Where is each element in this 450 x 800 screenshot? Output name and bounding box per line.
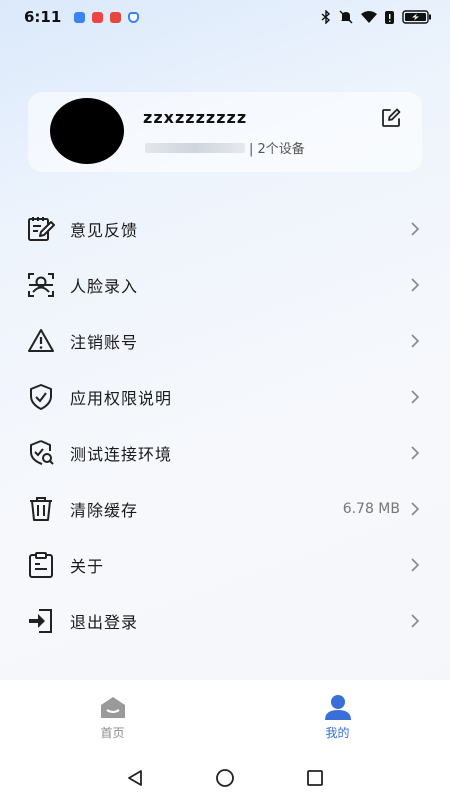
status-bar: 6:11 bbox=[0, 0, 450, 34]
menu-label: 测试连接环境 bbox=[70, 445, 173, 464]
battery-charging-icon bbox=[402, 10, 431, 24]
back-button[interactable] bbox=[123, 766, 147, 790]
menu-item-logout[interactable]: 退出登录 bbox=[0, 593, 450, 649]
wifi-icon bbox=[361, 10, 377, 23]
chevron-right-icon bbox=[411, 614, 420, 628]
device-info: | 2个设备 bbox=[145, 138, 305, 157]
chevron-right-icon bbox=[411, 390, 420, 404]
tab-label: 我的 bbox=[325, 726, 350, 740]
menu-item-permissions[interactable]: 应用权限说明 bbox=[0, 369, 450, 425]
chevron-right-icon bbox=[411, 278, 420, 292]
alert-icon bbox=[385, 10, 394, 24]
chevron-right-icon bbox=[411, 446, 420, 460]
logout-icon bbox=[26, 606, 56, 636]
username: zzxzzzzzzz bbox=[143, 108, 248, 127]
redacted-account bbox=[145, 142, 245, 153]
chevron-right-icon bbox=[411, 558, 420, 572]
user-icon bbox=[324, 695, 351, 720]
mute-icon bbox=[339, 10, 353, 24]
menu-item-about[interactable]: 关于 bbox=[0, 537, 450, 593]
menu-label: 清除缓存 bbox=[70, 501, 139, 520]
shield-check-icon bbox=[26, 382, 56, 412]
shield-search-icon bbox=[26, 438, 56, 468]
menu-label: 关于 bbox=[70, 557, 105, 576]
status-left: 6:11 bbox=[24, 8, 140, 26]
bottom-nav: 首页 我的 bbox=[0, 680, 450, 756]
system-nav-bar bbox=[0, 756, 450, 800]
cache-size: 6.78 MB bbox=[342, 501, 400, 517]
app-icon-red bbox=[92, 11, 104, 23]
menu-label: 应用权限说明 bbox=[70, 389, 173, 408]
status-time: 6:11 bbox=[24, 8, 62, 26]
menu-item-feedback[interactable]: 意见反馈 bbox=[0, 201, 450, 257]
edit-icon[interactable] bbox=[380, 107, 402, 129]
tab-label: 首页 bbox=[100, 726, 125, 740]
profile-card[interactable]: zzxzzzzzzz | 2个设备 bbox=[28, 92, 422, 172]
chevron-right-icon bbox=[411, 222, 420, 236]
face-scan-icon bbox=[26, 270, 56, 300]
menu-item-test-connection[interactable]: 测试连接环境 bbox=[0, 425, 450, 481]
trash-icon bbox=[26, 494, 56, 524]
menu-item-delete-account[interactable]: 注销账号 bbox=[0, 313, 450, 369]
chevron-right-icon bbox=[411, 334, 420, 348]
device-count: | 2个设备 bbox=[249, 142, 305, 157]
avatar[interactable] bbox=[50, 98, 124, 164]
back-icon bbox=[128, 770, 142, 786]
home-circle-icon bbox=[216, 769, 234, 787]
home-button[interactable] bbox=[213, 766, 237, 790]
settings-menu: 意见反馈 人脸录入 注销账号 应用权限说明 测试连接环境 清除缓存 6.78 M… bbox=[0, 201, 450, 649]
warning-icon bbox=[26, 326, 56, 356]
menu-label: 注销账号 bbox=[70, 333, 139, 352]
menu-label: 人脸录入 bbox=[70, 277, 139, 296]
clipboard-icon bbox=[26, 550, 56, 580]
status-right bbox=[321, 10, 432, 24]
app-icon-shield bbox=[128, 11, 140, 23]
menu-label: 意见反馈 bbox=[70, 221, 139, 240]
home-icon bbox=[100, 697, 125, 718]
recents-icon bbox=[307, 770, 323, 786]
chevron-right-icon bbox=[411, 502, 420, 516]
app-icon-blue bbox=[74, 11, 86, 23]
menu-item-face-enroll[interactable]: 人脸录入 bbox=[0, 257, 450, 313]
bluetooth-icon bbox=[321, 10, 331, 24]
feedback-icon bbox=[26, 214, 56, 244]
menu-item-clear-cache[interactable]: 清除缓存 6.78 MB bbox=[0, 481, 450, 537]
tab-home[interactable]: 首页 bbox=[0, 680, 225, 756]
menu-label: 退出登录 bbox=[70, 613, 139, 632]
recents-button[interactable] bbox=[303, 766, 327, 790]
tab-mine[interactable]: 我的 bbox=[225, 680, 450, 756]
app-icon-redgold bbox=[110, 11, 122, 23]
